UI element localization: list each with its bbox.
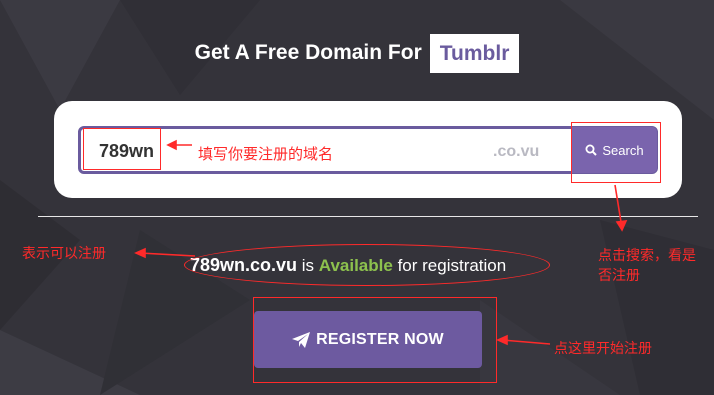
page-title: Get A Free Domain For bbox=[194, 41, 422, 64]
tld-suffix: .co.vu bbox=[493, 143, 540, 160]
search-hint-annotation-line1: 点击搜索，看是 bbox=[598, 248, 696, 264]
divider bbox=[38, 216, 698, 217]
input-hint-annotation: 填写你要注册的域名 bbox=[198, 145, 334, 163]
search-highlight-box bbox=[571, 122, 661, 183]
search-hint-annotation-line2: 否注册 bbox=[598, 268, 640, 284]
available-hint-annotation: 表示可以注册 bbox=[22, 246, 106, 262]
platform-badge: Tumblr bbox=[429, 33, 520, 73]
page-header: Get A Free Domain For Tumblr bbox=[0, 30, 714, 76]
register-hint-annotation: 点这里开始注册 bbox=[554, 341, 652, 357]
result-highlight-ellipse bbox=[184, 244, 550, 286]
register-highlight-box bbox=[253, 297, 497, 383]
input-highlight-box bbox=[83, 128, 161, 170]
